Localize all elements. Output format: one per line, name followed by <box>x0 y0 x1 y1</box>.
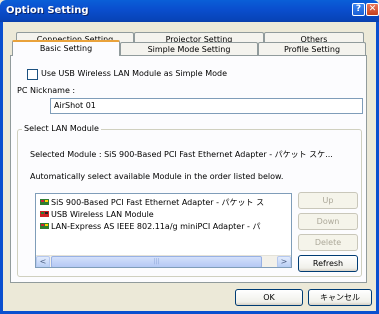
tab-basic-setting[interactable]: Basic Setting <box>12 40 120 56</box>
down-button[interactable]: Down <box>298 213 358 230</box>
nickname-input[interactable]: AirShot 01 <box>50 98 363 114</box>
list-item[interactable]: USB Wireless LAN Module <box>40 209 154 220</box>
scroll-left-icon[interactable]: < <box>36 256 50 267</box>
network-adapter-icon <box>40 210 49 218</box>
nickname-label: PC Nickname : <box>17 86 76 95</box>
use-usb-checkbox[interactable] <box>27 69 38 80</box>
selected-module-text: Selected Module : SiS 900-Based PCI Fast… <box>30 150 333 159</box>
close-button[interactable]: ✕ <box>366 3 379 16</box>
module-label: LAN-Express AS IEEE 802.11a/g miniPCI Ad… <box>51 222 261 231</box>
delete-button[interactable]: Delete <box>298 234 358 251</box>
auto-select-text: Automatically select available Module in… <box>30 172 284 181</box>
lan-module-group: Select LAN Module Selected Module : SiS … <box>17 124 362 277</box>
module-list[interactable]: SiS 900-Based PCI Fast Ethernet Adapter … <box>35 193 292 268</box>
module-label: SiS 900-Based PCI Fast Ethernet Adapter … <box>51 198 265 207</box>
module-label: USB Wireless LAN Module <box>51 210 154 219</box>
use-usb-label: Use USB Wireless LAN Module as Simple Mo… <box>41 69 228 78</box>
list-item[interactable]: SiS 900-Based PCI Fast Ethernet Adapter … <box>40 197 264 208</box>
up-button[interactable]: Up <box>298 192 358 209</box>
title-bar[interactable]: Option Setting ? ✕ <box>0 0 379 22</box>
window-title: Option Setting <box>6 5 89 16</box>
lan-module-group-label: Select LAN Module <box>22 124 101 133</box>
tab-profile-setting[interactable]: Profile Setting <box>258 42 366 56</box>
scroll-thumb[interactable]: ||| <box>51 256 262 267</box>
cancel-button[interactable]: キャンセル <box>308 289 372 306</box>
refresh-button[interactable]: Refresh <box>298 255 358 272</box>
scroll-right-icon[interactable]: > <box>277 256 291 267</box>
help-button[interactable]: ? <box>352 3 365 16</box>
list-item[interactable]: LAN-Express AS IEEE 802.11a/g miniPCI Ad… <box>40 221 260 232</box>
horizontal-scrollbar[interactable]: < ||| > <box>36 255 291 267</box>
tab-panel-basic: Use USB Wireless LAN Module as Simple Mo… <box>10 55 367 283</box>
tab-simple-mode-setting[interactable]: Simple Mode Setting <box>120 42 258 56</box>
ok-button[interactable]: OK <box>235 289 303 306</box>
network-adapter-icon <box>40 198 49 206</box>
network-adapter-icon <box>40 222 49 230</box>
